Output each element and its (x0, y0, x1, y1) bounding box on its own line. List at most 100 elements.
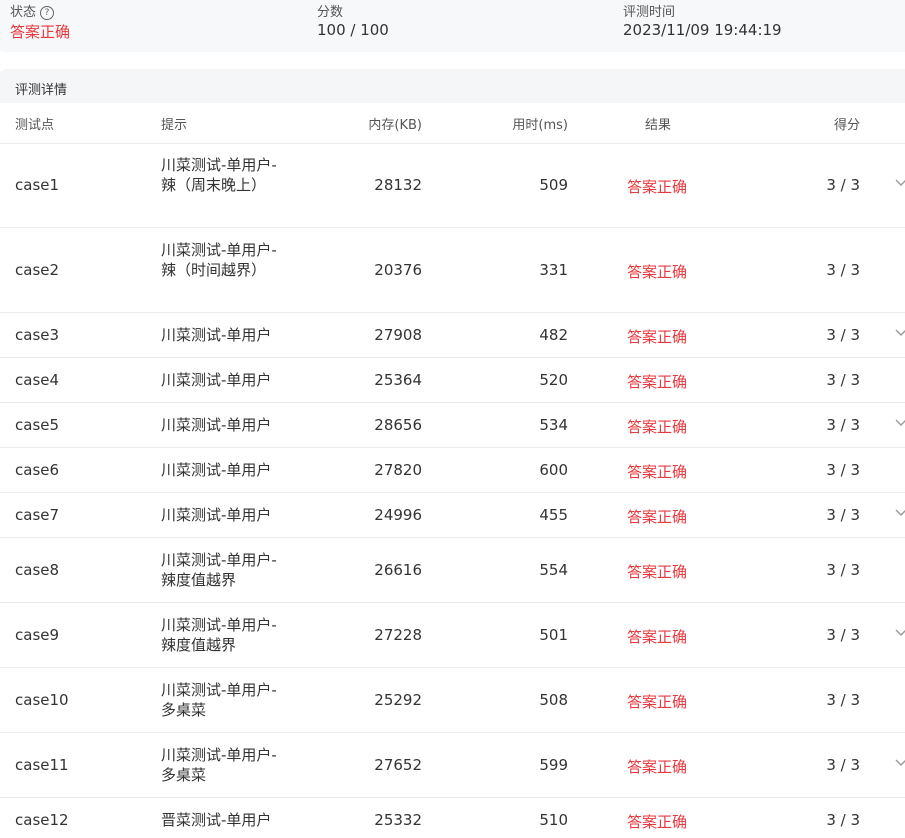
column-score: 得分 (833, 118, 860, 133)
chevron-down-icon[interactable] (893, 417, 905, 429)
case-time: 509 (539, 176, 568, 194)
case-id: case10 (15, 691, 69, 709)
case-score: 3 / 3 (826, 811, 860, 829)
case-memory: 27820 (374, 461, 422, 479)
case-id: case1 (15, 176, 60, 194)
table-row: case9 川菜测试-单用户-辣度值越界 27228 501 答案正确 3 / … (0, 603, 905, 668)
case-result: 答案正确 (627, 563, 688, 581)
details-title: 评测详情 (15, 83, 68, 98)
case-id: case8 (15, 561, 60, 579)
case-hint: 川菜测试-单用户 (161, 506, 272, 524)
case-time: 455 (539, 506, 568, 524)
case-id: case2 (15, 261, 60, 279)
case-time: 554 (539, 561, 568, 579)
table-row: case2 川菜测试-单用户-辣（时间越界） 20376 331 答案正确 3 … (0, 228, 905, 313)
judge-time-value: 2023/11/09 19:44:19 (623, 21, 782, 39)
case-score: 3 / 3 (826, 371, 860, 389)
case-hint: 川菜测试-单用户 (161, 416, 272, 434)
table-row: case8 川菜测试-单用户-辣度值越界 26616 554 答案正确 3 / … (0, 538, 905, 603)
help-icon[interactable]: ? (40, 6, 55, 20)
status-value: 答案正确 (10, 23, 71, 41)
case-result: 答案正确 (627, 263, 688, 281)
chevron-down-icon[interactable] (893, 327, 905, 339)
column-memory: 内存(KB) (368, 118, 422, 133)
column-result: 结果 (645, 118, 672, 133)
case-result: 答案正确 (627, 178, 688, 196)
case-hint: 川菜测试-单用户-辣（周末晚上） (161, 156, 277, 194)
case-hint: 川菜测试-单用户 (161, 371, 272, 389)
case-id: case3 (15, 326, 60, 344)
case-time: 508 (539, 691, 568, 709)
case-result: 答案正确 (627, 418, 688, 436)
case-time: 534 (539, 416, 568, 434)
chevron-down-icon[interactable] (893, 507, 905, 519)
case-hint: 川菜测试-单用户 (161, 461, 272, 479)
case-hint: 川菜测试-单用户-辣度值越界 (161, 551, 277, 589)
case-score: 3 / 3 (826, 176, 860, 194)
case-score: 3 / 3 (826, 561, 860, 579)
case-score: 3 / 3 (826, 626, 860, 644)
case-time: 520 (539, 371, 568, 389)
case-memory: 25364 (374, 371, 422, 389)
case-hint: 晋菜测试-单用户 (161, 811, 272, 829)
table-row: case11 川菜测试-单用户-多桌菜 27652 599 答案正确 3 / 3 (0, 733, 905, 798)
case-score: 3 / 3 (826, 261, 860, 279)
status-label: 状态 (10, 5, 37, 20)
table-row: case10 川菜测试-单用户-多桌菜 25292 508 答案正确 3 / 3 (0, 668, 905, 733)
table-row: case3 川菜测试-单用户 27908 482 答案正确 3 / 3 (0, 313, 905, 358)
case-id: case7 (15, 506, 60, 524)
case-score: 3 / 3 (826, 326, 860, 344)
case-score: 3 / 3 (826, 461, 860, 479)
case-score: 3 / 3 (826, 691, 860, 709)
chevron-down-icon[interactable] (893, 757, 905, 769)
table-row: case7 川菜测试-单用户 24996 455 答案正确 3 / 3 (0, 493, 905, 538)
case-result: 答案正确 (627, 758, 688, 776)
submission-summary: 状态? 答案正确 分数 100 / 100 评测时间 2023/11/09 19… (0, 0, 905, 52)
case-memory: 26616 (374, 561, 422, 579)
case-memory: 25292 (374, 691, 422, 709)
score-label: 分数 (317, 5, 344, 20)
case-id: case6 (15, 461, 60, 479)
column-time: 用时(ms) (512, 118, 568, 133)
case-result: 答案正确 (627, 508, 688, 526)
case-result: 答案正确 (627, 373, 688, 391)
case-memory: 20376 (374, 261, 422, 279)
status-label-row: 状态? (10, 1, 55, 20)
case-score: 3 / 3 (826, 506, 860, 524)
case-memory: 27908 (374, 326, 422, 344)
case-time: 331 (539, 261, 568, 279)
case-memory: 25332 (374, 811, 422, 829)
case-time: 482 (539, 326, 568, 344)
details-header: 评测详情 (0, 69, 905, 103)
case-result: 答案正确 (627, 693, 688, 711)
score-value: 100 / 100 (317, 21, 389, 39)
table-row: case12 晋菜测试-单用户 25332 510 答案正确 3 / 3 (0, 798, 905, 838)
table-row: case4 川菜测试-单用户 25364 520 答案正确 3 / 3 (0, 358, 905, 403)
case-id: case12 (15, 811, 69, 829)
case-memory: 28656 (374, 416, 422, 434)
table-header: 测试点 提示 内存(KB) 用时(ms) 结果 得分 (0, 103, 905, 144)
case-hint: 川菜测试-单用户-多桌菜 (161, 681, 277, 719)
case-score: 3 / 3 (826, 756, 860, 774)
case-time: 599 (539, 756, 568, 774)
column-hint: 提示 (161, 118, 188, 133)
case-id: case11 (15, 756, 69, 774)
chevron-down-icon[interactable] (893, 177, 905, 189)
case-memory: 28132 (374, 176, 422, 194)
case-result: 答案正确 (627, 463, 688, 481)
table-row: case5 川菜测试-单用户 28656 534 答案正确 3 / 3 (0, 403, 905, 448)
case-hint: 川菜测试-单用户 (161, 326, 272, 344)
case-memory: 27228 (374, 626, 422, 644)
case-result: 答案正确 (627, 328, 688, 346)
case-time: 510 (539, 811, 568, 829)
case-memory: 24996 (374, 506, 422, 524)
case-id: case4 (15, 371, 60, 389)
case-hint: 川菜测试-单用户-辣度值越界 (161, 616, 277, 654)
case-memory: 27652 (374, 756, 422, 774)
case-time: 600 (539, 461, 568, 479)
case-result: 答案正确 (627, 628, 688, 646)
chevron-down-icon[interactable] (893, 627, 905, 639)
case-hint: 川菜测试-单用户-多桌菜 (161, 746, 277, 784)
case-score: 3 / 3 (826, 416, 860, 434)
judge-time-label: 评测时间 (623, 5, 676, 20)
